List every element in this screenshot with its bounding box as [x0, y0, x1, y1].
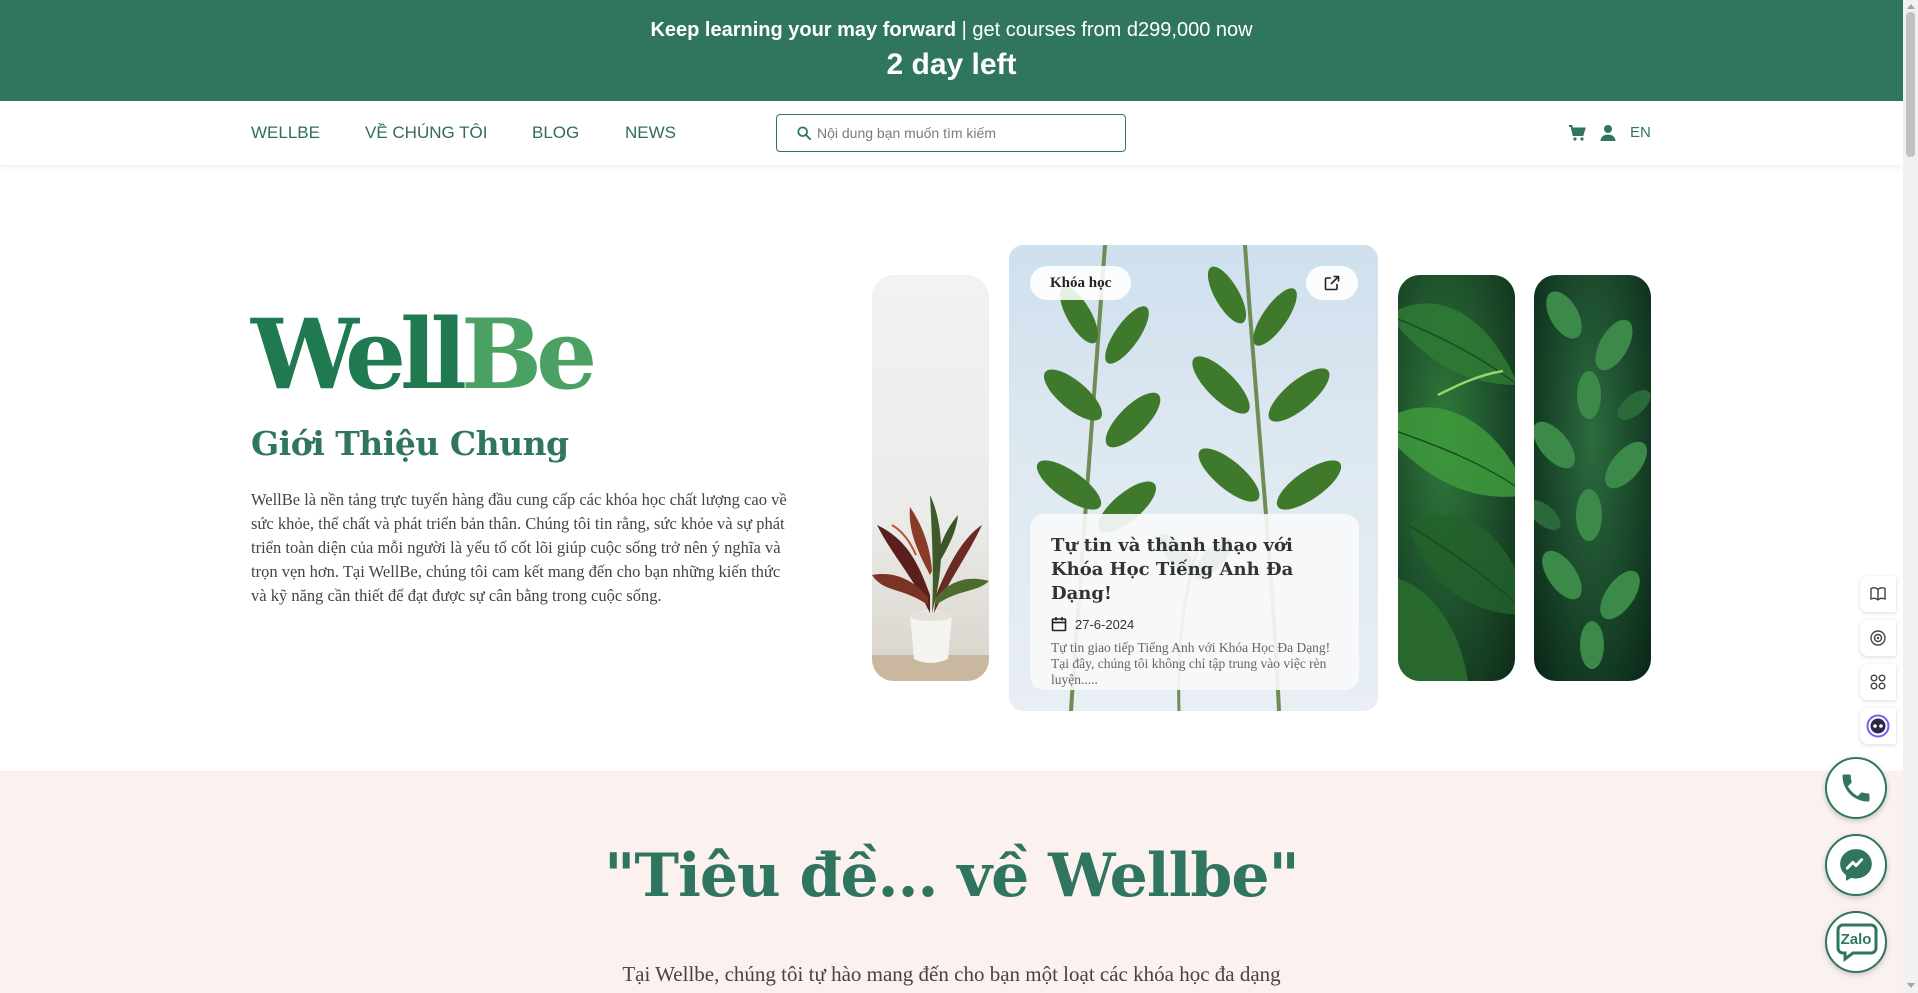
scroll-up-arrow[interactable] [1907, 4, 1915, 9]
messenger-icon [1840, 849, 1872, 881]
side-tool-podcast[interactable] [1860, 620, 1896, 656]
language-switch[interactable]: EN [1630, 124, 1651, 141]
card-date-row: 27-6-2024 [1051, 616, 1338, 632]
promo-highlight: Keep learning your may forward [650, 19, 957, 41]
image-card-vine-leaves[interactable] [1534, 275, 1651, 681]
card-title[interactable]: Tự tin và thành thạo với Khóa Học Tiếng … [1051, 534, 1338, 606]
side-tool-assistant[interactable] [1860, 708, 1896, 744]
about-title: "Tiêu đề... về Wellbe" [604, 841, 1300, 911]
scroll-thumb[interactable] [1906, 12, 1915, 157]
call-button[interactable] [1825, 757, 1887, 819]
hero-description: WellBe là nền tảng trực tuyến hàng đầu c… [251, 490, 787, 605]
messenger-button[interactable] [1825, 834, 1887, 896]
card-info-box: Tự tin và thành thạo với Khóa Học Tiếng … [1030, 514, 1359, 690]
open-card-button[interactable] [1306, 266, 1358, 300]
navbar: WELLBE VỀ CHÚNG TÔI BLOG NEWS EN [0, 101, 1903, 165]
card-date: 27-6-2024 [1075, 616, 1135, 632]
logo-part-be: Be [461, 298, 597, 411]
search-box[interactable] [776, 114, 1126, 152]
featured-course-card[interactable]: Khóa học Tự tin và thành thạo với Khóa H… [1009, 245, 1378, 711]
external-link-icon [1324, 275, 1340, 291]
promo-rest: get courses from d299,000 now [972, 19, 1253, 41]
card-category-tag: Khóa học [1030, 266, 1132, 300]
about-section: "Tiêu đề... về Wellbe" Tại Wellbe, chúng… [0, 771, 1903, 993]
promo-countdown: 2 day left [886, 48, 1017, 81]
search-icon [797, 126, 811, 140]
vine-leaves-image [1534, 291, 1651, 669]
bot-icon [1866, 714, 1890, 738]
calendar-icon [1051, 617, 1067, 632]
nav-link-about[interactable]: VỀ CHÚNG TÔI [365, 123, 487, 143]
side-tool-apps[interactable] [1860, 664, 1896, 700]
logo-heart-icon [307, 322, 321, 334]
book-icon [1870, 587, 1886, 601]
image-card-monstera[interactable] [1398, 275, 1515, 681]
wellbe-logo: WellBe [251, 298, 597, 411]
nav-link-blog[interactable]: BLOG [532, 123, 579, 143]
hero-title: Giới Thiệu Chung [251, 424, 569, 463]
search-input[interactable] [817, 125, 1107, 141]
user-icon[interactable] [1598, 123, 1618, 143]
zalo-button[interactable]: Zalo [1825, 911, 1887, 973]
podcast-icon [1870, 630, 1886, 646]
apps-icon [1870, 674, 1886, 690]
page-scrollbar[interactable] [1903, 0, 1918, 993]
potted-plant-image [872, 495, 989, 681]
nav-link-wellbe[interactable]: WELLBE [251, 123, 320, 143]
image-card-potted-plant[interactable] [872, 275, 989, 681]
card-excerpt: Tự tin giao tiếp Tiếng Anh với Khóa Học … [1051, 640, 1331, 687]
phone-icon [1842, 774, 1870, 802]
monstera-leaves-image [1398, 303, 1515, 681]
side-tool-book[interactable] [1860, 576, 1896, 612]
promo-separator: | [956, 19, 973, 41]
zalo-label: Zalo [1840, 930, 1872, 948]
logo-part-well: Well [251, 298, 467, 411]
promo-message: Keep learning your may forward | get cou… [0, 18, 1903, 42]
cart-icon[interactable] [1567, 123, 1587, 143]
scroll-down-arrow[interactable] [1907, 983, 1915, 988]
nav-link-news[interactable]: NEWS [625, 123, 676, 143]
about-description: Tại Wellbe, chúng tôi tự hào mang đến ch… [622, 962, 1281, 986]
promo-banner: Keep learning your may forward | get cou… [0, 0, 1903, 101]
